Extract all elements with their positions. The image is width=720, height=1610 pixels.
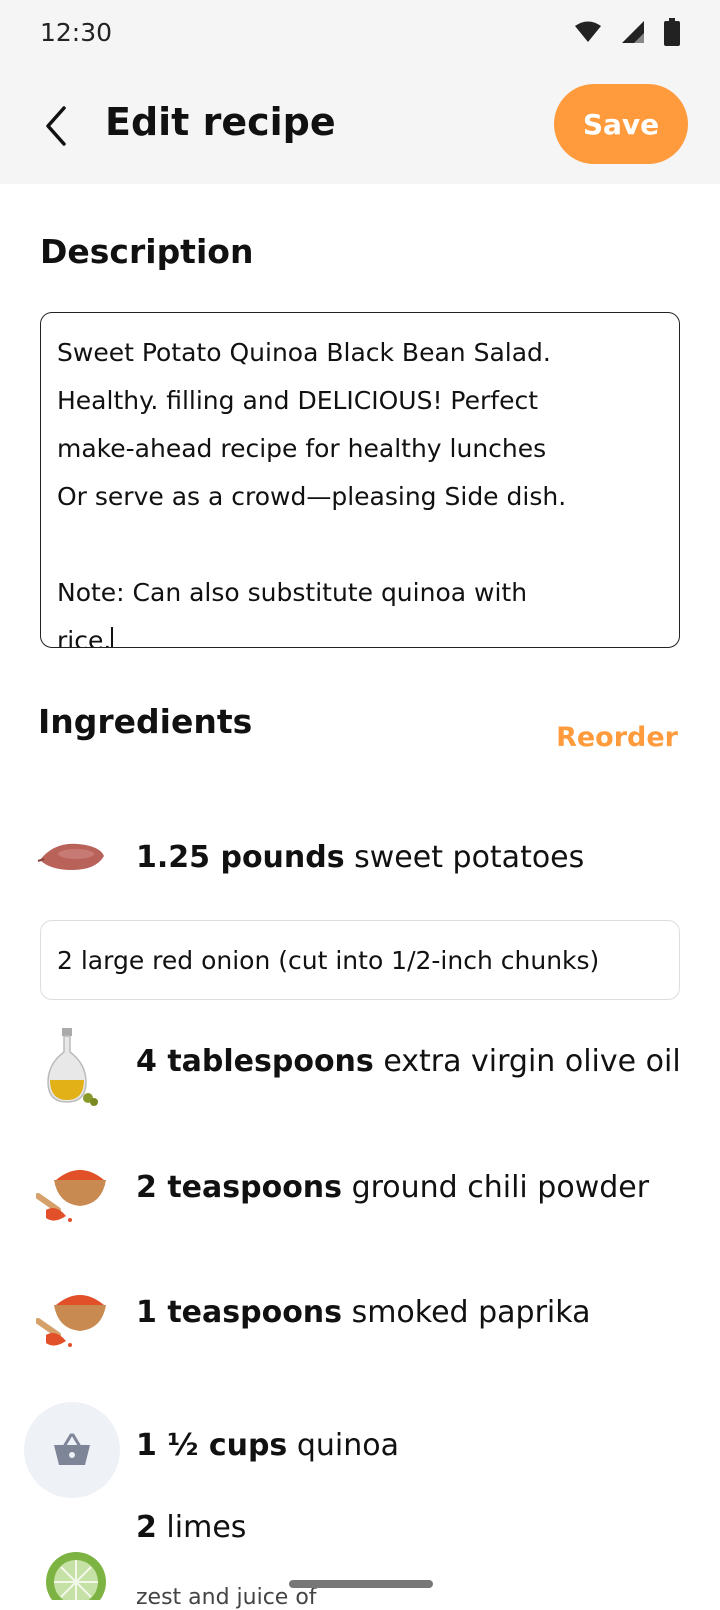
- ingredient-edit-field[interactable]: 2 large red onion (cut into 1/2-inch chu…: [40, 920, 680, 1000]
- description-text: Sweet Potato Quinoa Black Bean Salad. He…: [57, 338, 567, 648]
- ingredient-amount: 4 tablespoons: [136, 1044, 374, 1079]
- back-button[interactable]: [38, 102, 78, 150]
- lime-icon: [36, 1530, 108, 1600]
- ingredient-text: 1 ½ cups quinoa: [136, 1428, 399, 1463]
- battery-icon: [664, 18, 680, 46]
- ingredient-amount: 2 teaspoons: [136, 1170, 343, 1205]
- ingredient-row[interactable]: 2 teaspoons ground chili powder: [0, 1148, 720, 1238]
- app-bar: Edit recipe Save: [0, 64, 720, 184]
- ingredient-name: extra virgin olive oil: [383, 1044, 681, 1079]
- paprika-icon: [36, 1281, 108, 1353]
- save-button[interactable]: Save: [554, 84, 688, 164]
- ingredient-name: smoked paprika: [351, 1295, 591, 1330]
- ingredient-text: 1 teaspoons smoked paprika: [136, 1295, 590, 1330]
- ingredient-amount: 2: [136, 1510, 157, 1545]
- wifi-icon: [575, 21, 601, 42]
- ingredient-name: sweet potatoes: [354, 840, 585, 875]
- status-time: 12:30: [40, 18, 113, 47]
- ingredient-name: quinoa: [296, 1428, 399, 1463]
- ingredient-text: 2 limes: [136, 1510, 246, 1545]
- ingredient-text: 1.25 pounds sweet potatoes: [136, 840, 584, 875]
- ingredient-subtext: zest and juice of: [136, 1585, 317, 1610]
- chili-powder-icon: [36, 1156, 108, 1228]
- chevron-left-icon: [46, 106, 66, 146]
- ingredient-text: 4 tablespoons extra virgin olive oil: [136, 1044, 681, 1079]
- ingredient-text: 2 teaspoons ground chili powder: [136, 1170, 649, 1205]
- signal-icon: [622, 21, 644, 43]
- home-indicator[interactable]: [289, 1580, 433, 1588]
- ingredient-amount: 1 ½ cups: [136, 1428, 288, 1463]
- page-title: Edit recipe: [105, 100, 336, 144]
- status-icons: [574, 18, 680, 46]
- ingredient-row[interactable]: 1 teaspoons smoked paprika: [0, 1273, 720, 1363]
- reorder-button[interactable]: Reorder: [556, 722, 678, 753]
- olive-oil-icon: [36, 1022, 108, 1112]
- description-textarea[interactable]: Sweet Potato Quinoa Black Bean Salad. He…: [40, 312, 680, 648]
- ingredient-row[interactable]: 4 tablespoons extra virgin olive oil: [0, 1022, 720, 1112]
- ingredient-row[interactable]: 1.25 pounds sweet potatoes: [0, 812, 720, 902]
- ingredient-name: limes: [166, 1510, 247, 1545]
- text-cursor: [111, 627, 114, 647]
- description-heading: Description: [40, 232, 254, 271]
- sweet-potato-icon: [36, 820, 108, 892]
- ingredient-row[interactable]: 1 ½ cups quinoa: [0, 1402, 720, 1498]
- ingredient-amount: 1 teaspoons: [136, 1295, 343, 1330]
- ingredient-name: ground chili powder: [351, 1170, 650, 1205]
- ingredients-heading: Ingredients: [38, 702, 253, 741]
- ingredient-amount: 1.25 pounds: [136, 840, 345, 875]
- status-bar: 12:30: [0, 0, 720, 64]
